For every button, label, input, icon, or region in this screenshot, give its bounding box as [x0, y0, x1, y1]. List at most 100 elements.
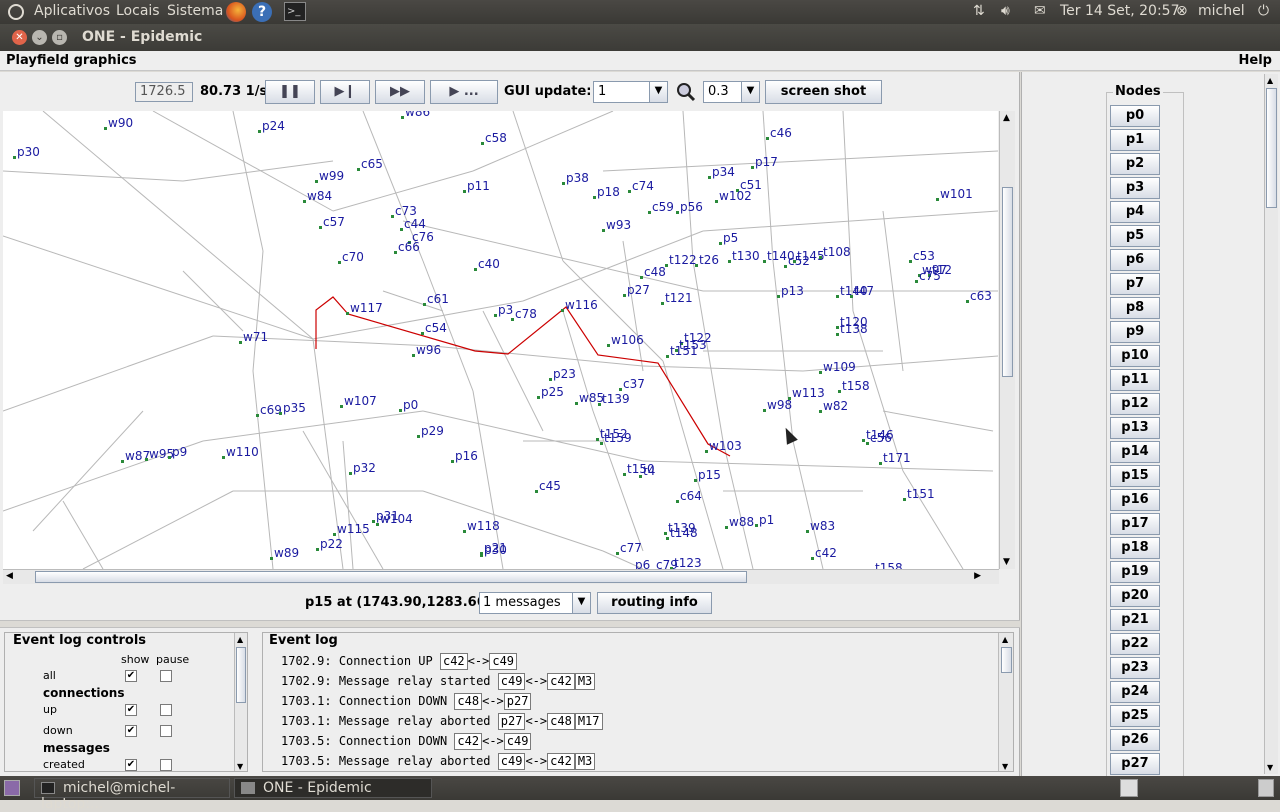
map-node[interactable]: t130 — [728, 249, 760, 263]
node-button[interactable]: p17 — [1110, 513, 1160, 535]
playfield-map[interactable]: p30 w90 p24 w86 c58 c46 p17 w99 c65 p38 p18 c74 p34 c… — [3, 111, 998, 569]
map-node[interactable]: w90 — [104, 116, 133, 130]
map-node[interactable]: p22 — [316, 537, 343, 551]
mail-icon[interactable]: ✉ — [1034, 3, 1046, 19]
pause-checkbox[interactable] — [160, 704, 172, 716]
user-menu[interactable]: michel — [1198, 3, 1245, 19]
show-checkbox[interactable]: ✔ — [125, 670, 137, 682]
menu-places[interactable]: Locais — [116, 3, 160, 19]
map-node[interactable]: w110 — [222, 445, 259, 459]
map-node[interactable]: p32 — [349, 461, 376, 475]
map-node[interactable]: c78 — [511, 307, 537, 321]
help-icon[interactable]: ? — [252, 2, 272, 22]
map-node[interactable]: w86 — [401, 111, 430, 119]
step-button[interactable]: ▶❙ — [320, 80, 370, 104]
map-node[interactable]: p56 — [676, 200, 703, 214]
map-node[interactable]: t108 — [819, 245, 851, 259]
map-node[interactable]: p30 — [480, 543, 507, 557]
map-node[interactable]: w118 — [463, 519, 500, 533]
map-node[interactable]: t4 — [639, 464, 655, 478]
map-vertical-scrollbar[interactable]: ▲ ▼ — [999, 111, 1015, 569]
map-node[interactable]: p1 — [755, 513, 774, 527]
play-until-button[interactable]: ▶ ... — [430, 80, 498, 104]
map-node[interactable]: c37 — [619, 377, 645, 391]
map-node[interactable]: t139 — [598, 392, 630, 406]
map-node[interactable]: t123 — [670, 556, 702, 569]
map-node[interactable]: p15 — [694, 468, 721, 482]
map-node[interactable]: w98 — [763, 398, 792, 412]
node-button[interactable]: p14 — [1110, 441, 1160, 463]
node-button[interactable]: p2 — [1110, 153, 1160, 175]
firefox-icon[interactable] — [226, 2, 246, 22]
map-node[interactable]: w116 — [561, 298, 598, 312]
node-button[interactable]: p22 — [1110, 633, 1160, 655]
map-node[interactable]: c56 — [866, 431, 892, 445]
pause-checkbox[interactable] — [160, 670, 172, 682]
map-node[interactable]: p38 — [562, 171, 589, 185]
node-button[interactable]: p19 — [1110, 561, 1160, 583]
map-node[interactable]: w103 — [705, 439, 742, 453]
event-entity-button[interactable]: c49 — [489, 653, 518, 670]
scroll-thumb[interactable] — [35, 571, 747, 583]
volume-icon[interactable]: 🔊︎ — [1001, 3, 1010, 19]
screenshot-button[interactable]: screen shot — [765, 80, 882, 104]
map-node[interactable]: w102 — [715, 189, 752, 203]
map-node[interactable]: p29 — [417, 424, 444, 438]
map-node[interactable]: w101 — [936, 187, 973, 201]
fast-forward-button[interactable]: ▶▶ — [375, 80, 425, 104]
menu-help[interactable]: Help — [1239, 53, 1272, 68]
map-horizontal-scrollbar[interactable]: ◀ ▶ — [3, 569, 999, 584]
scroll-up-arrow-icon[interactable]: ▲ — [1003, 113, 1010, 123]
map-node[interactable]: t121 — [661, 291, 693, 305]
scroll-thumb[interactable] — [1001, 647, 1012, 673]
event-entity-button[interactable]: c49 — [503, 733, 532, 750]
map-node[interactable]: t158 — [838, 379, 870, 393]
controls-vertical-scrollbar[interactable]: ▲ ▼ — [234, 633, 247, 771]
minimize-icon[interactable]: ⌄ — [32, 30, 47, 45]
event-entity-button[interactable]: c48 — [547, 713, 575, 730]
event-entity-button[interactable]: p27 — [497, 713, 526, 730]
map-node[interactable]: w115 — [333, 522, 370, 536]
map-node[interactable]: c44 — [400, 217, 426, 231]
node-button[interactable]: p18 — [1110, 537, 1160, 559]
map-node[interactable]: w93 — [602, 218, 631, 232]
trash-icon[interactable] — [1258, 779, 1274, 797]
map-node[interactable]: w71 — [239, 330, 268, 344]
map-node[interactable]: w117 — [346, 301, 383, 315]
node-button[interactable]: p3 — [1110, 177, 1160, 199]
map-node[interactable]: w96 — [412, 343, 441, 357]
scroll-left-arrow-icon[interactable]: ◀ — [6, 571, 13, 581]
map-node[interactable]: p13 — [777, 284, 804, 298]
node-button[interactable]: p20 — [1110, 585, 1160, 607]
event-entity-button[interactable]: M17 — [574, 713, 603, 730]
map-node[interactable]: p0 — [399, 398, 418, 412]
map-node[interactable]: c75 — [915, 269, 941, 283]
map-node[interactable]: c57 — [319, 215, 345, 229]
clock[interactable]: Ter 14 Set, 20:57 — [1060, 3, 1180, 19]
close-icon[interactable]: ✕ — [12, 30, 27, 45]
map-node[interactable]: c65 — [357, 157, 383, 171]
event-entity-button[interactable]: c42 — [439, 653, 468, 670]
pause-button[interactable]: ❚❚ — [265, 80, 315, 104]
ubuntu-logo-icon[interactable] — [8, 4, 24, 20]
menu-system[interactable]: Sistema — [167, 3, 223, 19]
map-node[interactable]: w109 — [819, 360, 856, 374]
scroll-thumb[interactable] — [236, 647, 246, 703]
map-node[interactable]: p23 — [549, 367, 576, 381]
node-button[interactable]: p11 — [1110, 369, 1160, 391]
chevron-down-icon[interactable]: ▼ — [572, 593, 590, 613]
node-button[interactable]: p4 — [1110, 201, 1160, 223]
log-vertical-scrollbar[interactable]: ▲ ▼ — [998, 633, 1013, 771]
map-node[interactable]: t47 — [850, 284, 874, 298]
map-node[interactable]: c54 — [421, 321, 447, 335]
map-node[interactable]: p35 — [279, 401, 306, 415]
event-entity-button[interactable]: c49 — [497, 753, 526, 770]
map-node[interactable]: c59 — [648, 200, 674, 214]
map-node[interactable]: p24 — [258, 119, 285, 133]
map-node[interactable]: t122 — [665, 253, 697, 267]
event-entity-button[interactable]: c42 — [547, 673, 575, 690]
map-node[interactable]: w113 — [788, 386, 825, 400]
menu-playfield-graphics[interactable]: Playfield graphics — [6, 53, 137, 68]
chevron-down-icon[interactable]: ▼ — [649, 82, 667, 102]
scroll-down-arrow-icon[interactable]: ▼ — [237, 762, 243, 771]
